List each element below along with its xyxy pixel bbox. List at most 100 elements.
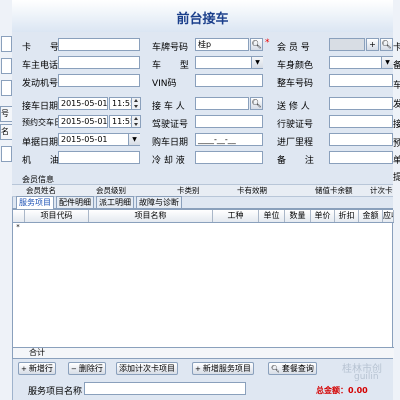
receiver-input[interactable]	[195, 97, 249, 110]
time-spinner[interactable]	[131, 98, 140, 109]
bill-date-label: 单据日期	[22, 138, 59, 148]
member-col-header: 计次卡	[370, 186, 393, 195]
coolant-label: 冷 却 液	[152, 156, 185, 166]
chevron-down-icon[interactable]: ▼	[381, 57, 393, 68]
receive-time-input[interactable]: 11:55	[109, 97, 141, 110]
license-no-label: 驾驶证号	[152, 120, 189, 130]
chevron-down-icon[interactable]: ▼	[251, 57, 263, 68]
grid-corner	[13, 210, 25, 222]
member-col-header: 会员级别	[96, 186, 126, 195]
new-row-indicator[interactable]: *	[13, 222, 23, 232]
column-header[interactable]: 项目名称	[89, 210, 213, 222]
engine-no-label: 发动机号	[22, 79, 59, 89]
tab-fault-diagnosis[interactable]: 故障与诊断	[136, 196, 182, 208]
remarks-input[interactable]	[329, 151, 393, 164]
left-input-edge[interactable]	[1, 36, 12, 52]
member-col-header: 卡类别	[177, 186, 200, 195]
package-query-button[interactable]: 🔍︎ 套餐查询	[268, 362, 317, 375]
detail-tabs: 服务项目 配件明细 派工明细 故障与诊断	[12, 196, 393, 209]
planned-delivery-time-input[interactable]: 11:55	[109, 115, 141, 128]
frame-no-label: 整车号码	[277, 79, 314, 89]
receive-date-input[interactable]: 2015-05-01	[58, 97, 108, 110]
right-label: 提	[393, 173, 400, 183]
driving-permit-label: 行驶证号	[277, 120, 314, 130]
new-service-label: 新增服务项目	[202, 364, 251, 373]
column-header[interactable]: 金额	[359, 210, 383, 222]
right-label: 车	[393, 81, 400, 91]
engine-no-input[interactable]	[58, 74, 140, 87]
tab-service-items[interactable]: 服务项目	[16, 196, 54, 209]
service-name-input[interactable]	[84, 382, 246, 395]
member-col-header: 会员姓名	[26, 186, 56, 195]
add-count-card-button[interactable]: 添加计次卡项目	[116, 362, 178, 375]
license-no-input[interactable]	[195, 115, 263, 128]
column-header[interactable]: 应收	[383, 210, 394, 222]
grid-total-label: 合计	[29, 348, 45, 357]
right-label: 备	[393, 61, 400, 71]
mileage-in-input[interactable]	[329, 133, 393, 146]
new-row-label: 新增行	[28, 364, 53, 373]
member-search-icon[interactable]: 🔍︎	[380, 38, 393, 51]
watermark: guilin	[354, 372, 379, 382]
minus-icon: −	[71, 365, 77, 373]
driving-permit-input[interactable]	[329, 115, 393, 128]
left-input-edge[interactable]	[1, 58, 12, 74]
member-info-section: 会员信息 会员姓名 会员级别 卡类别 卡有效期 储值卡余额 计次卡	[12, 174, 393, 197]
total-amount: 总金额：0.00	[316, 385, 368, 396]
bottom-bar: 服务项目名称 guilin 总金额：0.00	[12, 372, 393, 400]
plus-icon: +	[195, 365, 201, 373]
column-header[interactable]: 折扣	[335, 210, 359, 222]
total-label: 总金额：	[316, 386, 348, 395]
card-no-input[interactable]	[58, 38, 140, 51]
package-query-label: 套餐查询	[281, 364, 314, 373]
right-label: 发	[393, 100, 400, 110]
plate-no-input[interactable]: 桂p	[195, 38, 249, 51]
service-items-grid[interactable]: 项目代码 项目名称 工种 单位 数量 单价 折扣 金额 应收 * 合计	[12, 209, 394, 359]
member-no-label: 会 员 号	[277, 43, 310, 53]
planned-delivery-date-input[interactable]: 2015-05-01	[58, 115, 108, 128]
service-name-label: 服务项目名称	[28, 387, 83, 397]
tab-parts-detail[interactable]: 配件明细	[56, 196, 94, 208]
planned-delivery-label: 预约交车日	[22, 118, 62, 127]
new-row-button[interactable]: + 新增行	[18, 362, 56, 375]
receiver-label: 接 车 人	[152, 102, 185, 112]
column-header[interactable]: 数量	[285, 210, 311, 222]
column-header[interactable]: 项目代码	[25, 210, 89, 222]
sender-input[interactable]	[329, 97, 393, 110]
left-input-edge[interactable]	[1, 146, 12, 162]
add-count-card-label: 添加计次卡项目	[119, 364, 175, 373]
chevron-down-icon[interactable]: ▼	[128, 134, 140, 145]
plus-icon: +	[21, 365, 27, 373]
grid-footer: 合计	[13, 347, 394, 358]
right-panel-strip: 卡 备 车 发 接 预 单 提	[393, 0, 400, 400]
member-plus-icon[interactable]: +	[366, 38, 379, 51]
frame-no-input[interactable]	[329, 74, 393, 87]
purchase-date-input[interactable]: ____-__-__	[195, 133, 263, 146]
new-service-button[interactable]: + 新增服务项目	[192, 362, 254, 375]
right-label: 卡	[393, 43, 400, 53]
column-header[interactable]: 单价	[311, 210, 335, 222]
plate-search-icon[interactable]: 🔍︎	[250, 38, 263, 51]
vin-input[interactable]	[195, 74, 263, 87]
grid-toolbar: + 新增行 − 删除行 添加计次卡项目 + 新增服务项目 🔍︎ 套餐查询 桂林市创	[12, 360, 393, 376]
total-value: 0.00	[348, 386, 368, 395]
delete-row-button[interactable]: − 删除行	[68, 362, 106, 375]
delete-row-label: 删除行	[78, 364, 103, 373]
owner-phone-input[interactable]	[58, 56, 140, 69]
tab-dispatch-detail[interactable]: 派工明细	[96, 196, 134, 208]
right-label: 单	[393, 156, 400, 166]
oil-input[interactable]	[58, 151, 140, 164]
owner-phone-label: 车主电话	[22, 61, 59, 71]
column-header[interactable]: 单位	[259, 210, 285, 222]
column-header[interactable]: 工种	[213, 210, 259, 222]
receiver-search-icon[interactable]: 🔍︎	[250, 97, 263, 110]
left-input-edge[interactable]	[1, 80, 12, 96]
coolant-input[interactable]	[195, 151, 263, 164]
member-no-input[interactable]	[329, 38, 365, 51]
right-label: 预	[393, 139, 400, 149]
sender-label: 送 修 人	[277, 102, 310, 112]
magnifier-icon: 🔍︎	[271, 365, 280, 373]
right-label: 接	[393, 120, 400, 130]
vehicle-form: 卡 号 车牌号码 桂p 🔍︎ * 会 员 号 + 🔍︎ 车主电话 车 型 ▼ 车…	[12, 32, 393, 197]
time-spinner[interactable]	[131, 116, 140, 127]
